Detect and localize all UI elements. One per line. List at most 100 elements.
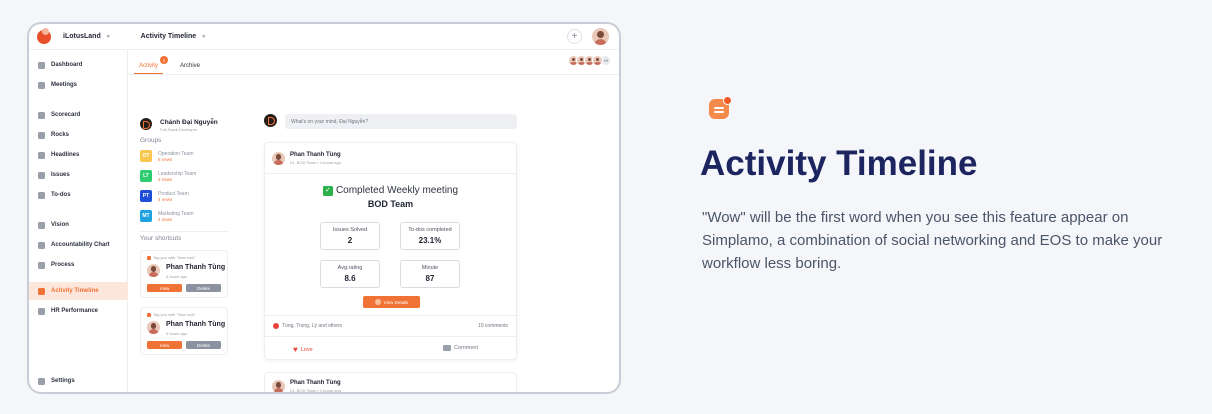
author-avatar[interactable] — [272, 380, 285, 392]
shortcut-tag: Tag you with "New rock" — [147, 255, 196, 260]
post-divider — [265, 315, 516, 316]
post-meta: 01. BOD Team • 4 hours ago — [290, 160, 341, 165]
sidebar: Dashboard Meetings Scorecard Rocks Headl… — [29, 50, 128, 392]
sidebar-item-label: Dashboard — [51, 62, 83, 68]
sidebar-item-process[interactable]: Process — [29, 256, 128, 274]
gear-icon — [38, 377, 45, 385]
delete-button[interactable]: Delete — [186, 284, 221, 292]
user-avatar[interactable] — [592, 28, 609, 45]
profile-name[interactable]: Chánh Đại Nguyễn — [160, 119, 218, 126]
sidebar-item-settings[interactable]: Settings — [29, 372, 128, 390]
top-bar: iLotusLand ▼ Activity Timeline ▼ + — [29, 24, 619, 50]
shortcut-time: 4 hours ago — [166, 274, 188, 279]
heart-icon — [273, 323, 279, 329]
sidebar-item-label: Process — [51, 262, 75, 268]
activity-post: Phan Thanh Tùng 01. BOD Team • 4 hours a… — [264, 142, 517, 360]
sidebar-item-label: To-dos — [51, 192, 71, 198]
group-item-product[interactable]: PT Product Team 4 news — [140, 190, 235, 206]
timeline-icon — [38, 287, 45, 295]
feature-description: "Wow" will be the first word when you se… — [702, 209, 1163, 272]
tab-divider — [128, 74, 619, 75]
main-content: Activity 3 Archive +9 Chánh Đại Nguyễn F… — [128, 50, 619, 393]
heart-icon: ♥ — [293, 345, 298, 354]
comments-count[interactable]: 10 comments — [478, 323, 508, 329]
notification-badge: 3 — [160, 56, 169, 64]
page: iLotusLand ▼ Activity Timeline ▼ + Dashb… — [0, 0, 1212, 414]
stat-issues-solved: Issues Solved 2 — [320, 222, 380, 250]
delete-button[interactable]: Delete — [186, 341, 221, 349]
profile-avatar[interactable] — [140, 118, 152, 130]
group-item-leadership[interactable]: LT Leadership Team 3 news — [140, 170, 235, 186]
stat-label: To-dos completed — [408, 227, 452, 233]
sidebar-item-label: Settings — [51, 378, 75, 384]
sidebar-item-todos[interactable]: To-dos — [29, 186, 128, 204]
member-avatar — [592, 55, 603, 66]
lotus-logo-icon — [37, 27, 51, 44]
chart-icon — [38, 241, 45, 249]
love-button[interactable]: ♥ Love — [293, 345, 313, 354]
shortcut-tag: Tag you with "New rock" — [147, 312, 196, 317]
shortcut-avatar — [147, 321, 160, 334]
group-badge: OT — [140, 150, 152, 162]
meeting-team: BOD Team — [367, 199, 414, 209]
tab-activity[interactable]: Activity 3 — [134, 56, 169, 74]
sidebar-item-rocks[interactable]: Rocks — [29, 126, 128, 144]
shortcut-time: 4 hours ago — [166, 331, 188, 336]
stat-label: Issues Solved — [332, 227, 368, 233]
sidebar-item-headlines[interactable]: Headlines — [29, 146, 128, 164]
sidebar-item-dashboard[interactable]: Dashboard — [29, 56, 128, 74]
shortcut-avatar — [147, 264, 160, 277]
post-divider — [265, 336, 516, 337]
group-badge: MT — [140, 210, 152, 222]
shortcuts-heading: Your shortcuts — [140, 235, 182, 242]
post-meta: 01. BOD Team • 4 hours ago — [290, 388, 341, 393]
feature-title: Activity Timeline — [700, 144, 978, 183]
app-window: iLotusLand ▼ Activity Timeline ▼ + Dashb… — [27, 22, 621, 394]
view-button[interactable]: View — [147, 341, 182, 349]
group-badge: LT — [140, 170, 152, 182]
group-item-marketing[interactable]: MT Marketing Team 4 news — [140, 210, 235, 226]
view-details-button[interactable]: View Details — [363, 296, 420, 308]
shortcut-author: Phan Thanh Tùng — [166, 264, 226, 271]
meetings-icon — [38, 81, 45, 89]
checkmark-icon: ✓ — [322, 186, 333, 196]
post-author[interactable]: Phan Thanh Tùng — [290, 152, 341, 158]
sidebar-item-label: Activity Timeline — [51, 288, 99, 294]
reactions-summary[interactable]: Tùng, Trọng, Lý and others — [273, 323, 342, 329]
todos-icon — [38, 191, 45, 199]
sidebar-item-label: Scorecard — [51, 112, 81, 118]
sidebar-item-accountability-chart[interactable]: Accountability Chart — [29, 236, 128, 254]
org-switcher[interactable]: iLotusLand — [63, 33, 101, 40]
chevron-down-icon[interactable]: ▼ — [201, 34, 206, 40]
view-button[interactable]: View — [147, 284, 182, 292]
add-button[interactable]: + — [567, 29, 582, 44]
post-composer-input[interactable]: What's on your mind, Đại Nguyễn? — [285, 114, 517, 129]
timeline-feature-icon — [709, 96, 732, 119]
sidebar-item-hr-performance[interactable]: HR Performance — [29, 302, 128, 320]
group-news-count: 5 news — [158, 157, 173, 162]
author-avatar[interactable] — [272, 152, 285, 165]
headlines-icon — [38, 151, 45, 159]
sidebar-item-vision[interactable]: Vision — [29, 216, 128, 234]
stat-label: Avg.rating — [337, 265, 363, 271]
sidebar-item-activity-timeline[interactable]: Activity Timeline — [29, 282, 128, 300]
meeting-title: ✓ Completed Weekly meeting — [265, 185, 516, 196]
sidebar-item-meetings[interactable]: Meetings — [29, 76, 128, 94]
sidebar-item-scorecard[interactable]: Scorecard — [29, 106, 128, 124]
sidebar-item-issues[interactable]: Issues — [29, 166, 128, 184]
member-avatar-stack[interactable]: +9 — [568, 55, 611, 66]
post-divider — [265, 173, 516, 174]
profile-role: Full-Stack Developer — [160, 127, 198, 132]
post-author[interactable]: Phan Thanh Tùng — [290, 380, 341, 386]
chevron-down-icon[interactable]: ▼ — [106, 34, 111, 40]
group-item-operation[interactable]: OT Operation Team 5 news — [140, 150, 235, 166]
tab-archive[interactable]: Archive — [175, 59, 205, 74]
sidebar-item-label: Vision — [51, 222, 69, 228]
comment-button[interactable]: Comment — [443, 345, 478, 351]
tab-label: Archive — [180, 63, 201, 69]
sidebar-item-label: Headlines — [51, 152, 80, 158]
dashboard-icon — [38, 61, 45, 69]
page-breadcrumb[interactable]: Activity Timeline — [141, 33, 197, 40]
sidebar-item-label: Accountability Chart — [51, 242, 110, 248]
group-badge: PT — [140, 190, 152, 202]
